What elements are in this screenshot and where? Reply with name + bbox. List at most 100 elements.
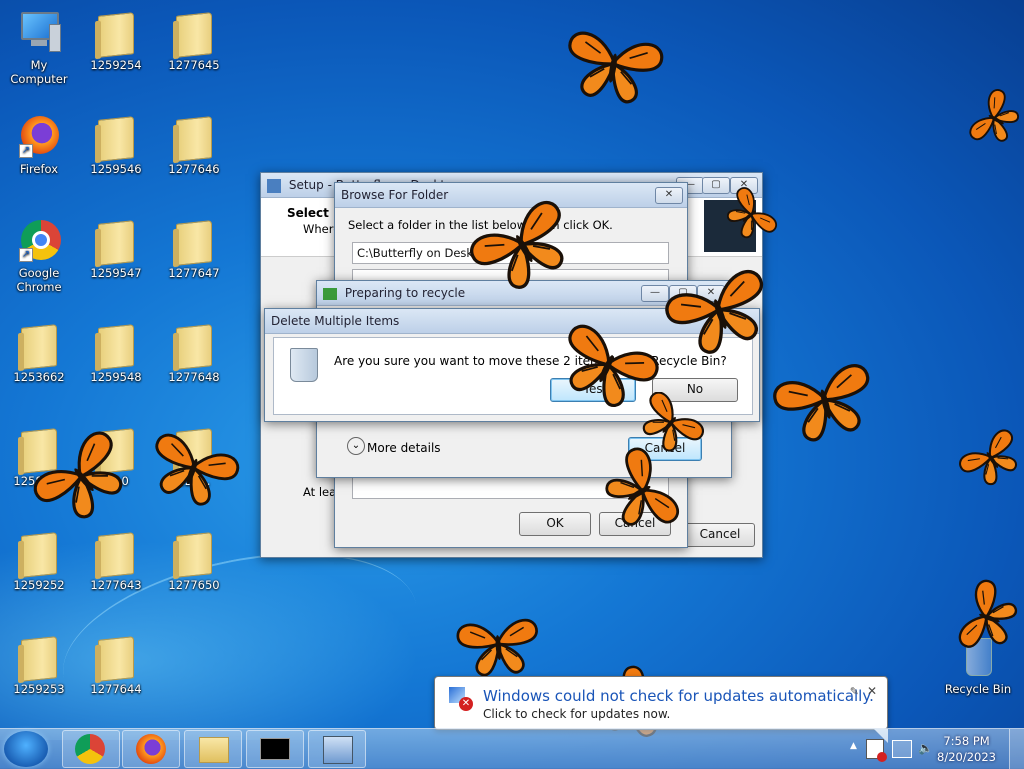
desktop-icon-folder[interactable]: 1259548: [78, 320, 154, 384]
desktop-icon-folder[interactable]: 1277648: [156, 320, 232, 384]
folder-icon: [92, 216, 140, 266]
desktop-icon-label: 1277643: [90, 578, 142, 592]
system-tray: ▲ 🔈 7:58 PM 8/20/2023: [824, 729, 1024, 769]
desktop-icon-folder[interactable]: 1277644: [78, 632, 154, 696]
command-prompt-icon: [260, 738, 290, 760]
folder-icon: [199, 737, 229, 763]
taskbar-command-prompt[interactable]: [246, 730, 304, 768]
desktop-icon-label: 1277647: [168, 266, 220, 280]
folder-icon: [92, 320, 140, 370]
taskbar-setup[interactable]: [308, 730, 366, 768]
setup-cancel-button[interactable]: Cancel: [685, 523, 755, 547]
update-notification-balloon[interactable]: ✕ Windows could not check for updates au…: [434, 676, 888, 743]
folder-icon: [170, 216, 218, 266]
windows-update-warning-icon: ✕: [447, 685, 473, 711]
recycle-bin-icon: [290, 348, 318, 382]
notification-options-icon[interactable]: ✎: [850, 685, 859, 698]
butterfly: [598, 443, 684, 543]
desktop-icon-folder[interactable]: 1277646: [156, 112, 232, 176]
volume-muted-icon[interactable]: 🔈: [918, 741, 933, 755]
butterfly: [662, 265, 774, 358]
folder-icon: [170, 528, 218, 578]
desktop-icon-label: 1277650: [168, 578, 220, 592]
desktop-icon-folder[interactable]: 1277645: [156, 8, 232, 72]
close-icon[interactable]: ✕: [867, 684, 877, 698]
desktop-icon-label: Recycle Bin: [944, 682, 1012, 696]
desktop-icon-folder[interactable]: 1277647: [156, 216, 232, 280]
folder-icon: [92, 632, 140, 682]
folder-icon: [92, 8, 140, 58]
desktop-icon-folder[interactable]: 1259547: [78, 216, 154, 280]
desktop-icon-folder[interactable]: 1277643: [78, 528, 154, 592]
delete-title: Delete Multiple Items: [271, 314, 400, 328]
desktop-icon-label: 1259252: [13, 578, 65, 592]
desktop-icon-label: 1277644: [90, 682, 142, 696]
folder-icon: [92, 112, 140, 162]
notification-message[interactable]: Click to check for updates now.: [483, 707, 670, 721]
desktop-icon-label: 1259547: [90, 266, 142, 280]
taskbar: ▲ 🔈 7:58 PM 8/20/2023: [0, 728, 1024, 769]
preparing-title: Preparing to recycle: [344, 286, 466, 300]
notification-title[interactable]: Windows could not check for updates auto…: [483, 687, 874, 705]
browse-title: Browse For Folder: [341, 188, 449, 202]
chevron-down-icon[interactable]: ⌄: [347, 437, 365, 455]
desktop-icon-folder[interactable]: 1259253: [1, 632, 77, 696]
butterfly: [770, 360, 878, 448]
folder-icon: [170, 320, 218, 370]
setup-icon: [323, 736, 353, 764]
folder-icon: [170, 8, 218, 58]
computer-icon: [15, 8, 63, 56]
butterfly: [28, 426, 132, 530]
butterfly: [560, 29, 666, 104]
desktop-icon-label: My Computer: [10, 58, 68, 86]
start-button[interactable]: [4, 731, 48, 767]
butterfly: [956, 426, 1024, 495]
desktop-icon-folder[interactable]: 1259254: [78, 8, 154, 72]
taskbar-firefox[interactable]: [122, 730, 180, 768]
close-button[interactable]: ✕: [655, 187, 683, 204]
chrome-icon: ↗: [15, 216, 63, 264]
butterfly: [722, 184, 781, 249]
folder-icon: [170, 112, 218, 162]
show-desktop-button[interactable]: [1009, 729, 1024, 769]
desktop-icon-my-computer[interactable]: My Computer: [1, 8, 77, 86]
butterfly: [466, 196, 576, 294]
desktop-icon-label: 1277645: [168, 58, 220, 72]
firefox-icon: ↗: [15, 112, 63, 160]
folder-icon: [15, 320, 63, 370]
desktop-icon-folder[interactable]: 1259546: [78, 112, 154, 176]
desktop-icon-label: 1259548: [90, 370, 142, 384]
butterfly: [966, 86, 1024, 154]
firefox-icon: [136, 734, 166, 764]
desktop-icon-label: Google Chrome: [16, 266, 62, 294]
desktop-icon-folder[interactable]: 1259252: [1, 528, 77, 592]
desktop-icon-folder[interactable]: 1277650: [156, 528, 232, 592]
folder-icon: [92, 528, 140, 578]
folder-icon: [15, 528, 63, 578]
more-details-toggle[interactable]: More details: [367, 441, 441, 455]
butterfly: [955, 577, 1024, 660]
system-clock[interactable]: 7:58 PM 8/20/2023: [937, 733, 996, 765]
desktop-icon-folder[interactable]: 1253662: [1, 320, 77, 384]
setup-app-icon: [267, 178, 281, 193]
taskbar-explorer[interactable]: [184, 730, 242, 768]
folder-icon: [15, 632, 63, 682]
network-icon[interactable]: [892, 740, 912, 758]
desktop-icon-label: 1253662: [13, 370, 65, 384]
recycle-progress-icon: [323, 287, 337, 300]
clock-time: 7:58 PM: [943, 734, 990, 748]
browse-ok-button[interactable]: OK: [519, 512, 591, 536]
show-hidden-icons-arrow[interactable]: ▲: [850, 741, 857, 751]
desktop-icon-label: 1259254: [90, 58, 142, 72]
desktop-icon-label: Firefox: [19, 162, 59, 176]
clock-date: 8/20/2023: [937, 750, 996, 764]
butterfly: [455, 617, 542, 678]
desktop-icon-label: 1277646: [168, 162, 220, 176]
desktop-icon-firefox[interactable]: ↗ Firefox: [1, 112, 77, 176]
butterfly: [146, 430, 242, 514]
desktop-icon-label: 1259253: [13, 682, 65, 696]
taskbar-chrome[interactable]: [62, 730, 120, 768]
chrome-icon: [75, 734, 105, 764]
desktop-icon-google-chrome[interactable]: ↗ Google Chrome: [1, 216, 77, 294]
action-center-icon[interactable]: [866, 739, 887, 762]
